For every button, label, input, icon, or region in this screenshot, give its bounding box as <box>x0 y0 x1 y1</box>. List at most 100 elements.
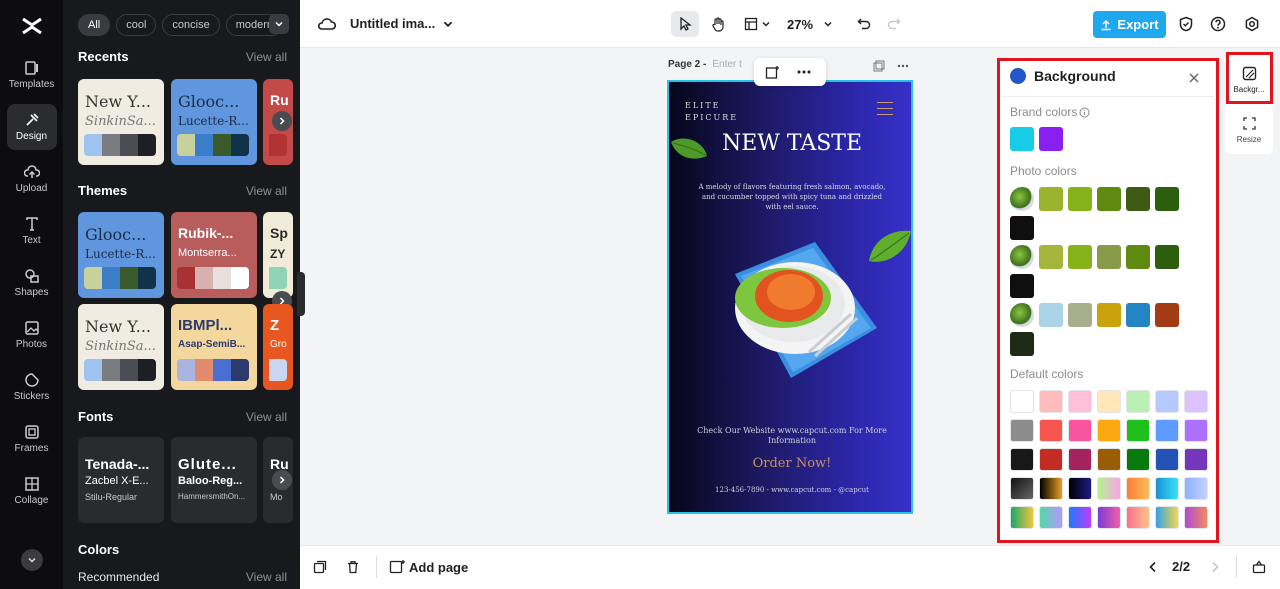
gradient-color-swatch[interactable] <box>1184 506 1208 529</box>
recents-next-button[interactable] <box>272 111 292 131</box>
rail-upload[interactable]: Upload <box>7 156 57 202</box>
photo-color-swatch[interactable] <box>1097 245 1121 269</box>
info-icon[interactable] <box>1079 107 1090 118</box>
pages-button[interactable] <box>312 559 328 575</box>
default-color-swatch[interactable] <box>1068 390 1092 413</box>
next-page-button[interactable] <box>1207 558 1223 576</box>
default-color-swatch[interactable] <box>1155 448 1179 471</box>
photo-color-swatch[interactable] <box>1126 303 1150 327</box>
menu-icon[interactable] <box>877 102 893 115</box>
more-options-button[interactable] <box>796 64 812 80</box>
rail-stickers[interactable]: Stickers <box>7 364 57 410</box>
photo-color-swatch[interactable] <box>1097 187 1121 211</box>
photo-color-swatch[interactable] <box>1039 245 1063 269</box>
gradient-color-swatch[interactable] <box>1039 506 1063 529</box>
gradient-color-swatch[interactable] <box>1126 477 1150 500</box>
themes-view-all[interactable]: View all <box>246 184 287 198</box>
duplicate-page-button[interactable] <box>872 59 886 73</box>
photo-color-swatch[interactable] <box>1155 245 1179 269</box>
default-color-swatch[interactable] <box>1010 448 1034 471</box>
rail-design[interactable]: Design <box>6 104 57 150</box>
gradient-color-swatch[interactable] <box>1184 477 1208 500</box>
select-tool-button[interactable] <box>671 11 699 37</box>
recent-card[interactable]: New Y... SinkinSa... <box>78 79 164 165</box>
default-color-swatch[interactable] <box>1184 390 1208 413</box>
rail-collage[interactable]: Collage <box>7 468 57 514</box>
photo-color-swatch[interactable] <box>1039 303 1063 327</box>
default-color-swatch[interactable] <box>1010 419 1034 442</box>
photo-color-swatch[interactable] <box>1039 187 1063 211</box>
photo-color-swatch[interactable] <box>1068 245 1092 269</box>
photo-color-swatch[interactable] <box>1155 187 1179 211</box>
photo-thumbnail[interactable] <box>1010 187 1034 211</box>
rail-frames[interactable]: Frames <box>7 416 57 462</box>
gradient-color-swatch[interactable] <box>1010 506 1034 529</box>
add-element-button[interactable] <box>764 64 780 80</box>
close-panel-button[interactable] <box>1186 70 1202 86</box>
add-page-button[interactable]: Add page <box>389 557 468 577</box>
photo-color-swatch[interactable] <box>1010 216 1034 240</box>
theme-card[interactable]: Rubik-... Montserra... <box>171 212 257 298</box>
gradient-color-swatch[interactable] <box>1097 477 1121 500</box>
photo-color-swatch[interactable] <box>1068 303 1092 327</box>
font-card[interactable]: Tenada-... Zacbel X-E... Stilu-Regular <box>78 437 164 523</box>
gradient-color-swatch[interactable] <box>1068 477 1092 500</box>
font-card[interactable]: Glute... Baloo-Reg... HammersmithOn... <box>171 437 257 523</box>
page-title-input[interactable]: Enter t <box>712 59 741 70</box>
photo-color-swatch[interactable] <box>1097 303 1121 327</box>
default-color-swatch[interactable] <box>1155 419 1179 442</box>
export-button[interactable]: Export <box>1093 11 1166 38</box>
photo-color-swatch[interactable] <box>1068 187 1092 211</box>
footer-text[interactable]: 123-456-7890 - www.capcut.com - @capcut <box>669 486 911 494</box>
brand-name[interactable]: ELITE EPICURE <box>685 100 745 124</box>
page-more-button[interactable] <box>896 59 910 73</box>
default-color-swatch[interactable] <box>1155 390 1179 413</box>
layout-button[interactable] <box>740 11 774 37</box>
default-color-swatch[interactable] <box>1039 390 1063 413</box>
brand-color-swatch[interactable] <box>1010 127 1034 151</box>
brand-color-swatch[interactable] <box>1039 127 1063 151</box>
gradient-color-swatch[interactable] <box>1155 506 1179 529</box>
rail-text[interactable]: Text <box>7 208 57 254</box>
gradient-color-swatch[interactable] <box>1126 506 1150 529</box>
rail-templates[interactable]: Templates <box>7 52 57 98</box>
default-color-swatch[interactable] <box>1184 448 1208 471</box>
theme-card[interactable]: Glooc... Lucette-R... <box>78 212 164 298</box>
document-title[interactable]: Untitled ima... <box>350 16 454 31</box>
theme-card[interactable]: Z Gro <box>263 304 293 390</box>
default-color-swatch[interactable] <box>1039 448 1063 471</box>
chip-cool[interactable]: cool <box>116 14 157 36</box>
photo-color-swatch[interactable] <box>1126 245 1150 269</box>
recent-card[interactable]: Glooc... Lucette-R... <box>171 79 257 165</box>
chip-concise[interactable]: concise <box>162 14 220 36</box>
design-canvas-page[interactable]: ELITE EPICURE NEW TASTE A melody of flav… <box>667 80 913 514</box>
chips-expand-button[interactable] <box>269 14 289 34</box>
redo-button[interactable] <box>884 13 904 33</box>
fonts-next-button[interactable] <box>272 470 292 490</box>
rail-shapes[interactable]: Shapes <box>7 260 57 306</box>
photo-thumbnail[interactable] <box>1010 245 1034 269</box>
gradient-color-swatch[interactable] <box>1097 506 1121 529</box>
hand-tool-button[interactable] <box>705 11 731 37</box>
default-color-swatch[interactable] <box>1068 448 1092 471</box>
gradient-color-swatch[interactable] <box>1155 477 1179 500</box>
photo-color-swatch[interactable] <box>1126 187 1150 211</box>
photo-color-swatch[interactable] <box>1010 274 1034 298</box>
collapse-panel-handle[interactable] <box>297 272 305 316</box>
delete-page-button[interactable] <box>345 559 361 575</box>
theme-card[interactable]: New Y... SinkinSa... <box>78 304 164 390</box>
website-text[interactable]: Check Our Website www.capcut.com For Mor… <box>689 426 895 446</box>
default-color-swatch[interactable] <box>1097 390 1121 413</box>
description[interactable]: A melody of flavors featuring fresh salm… <box>695 182 889 212</box>
default-color-swatch[interactable] <box>1126 448 1150 471</box>
recommended-view-all[interactable]: View all <box>246 570 287 584</box>
photo-color-swatch[interactable] <box>1155 303 1179 327</box>
resize-tool-button[interactable]: Resize <box>1225 110 1273 150</box>
default-color-swatch[interactable] <box>1126 390 1150 413</box>
shield-button[interactable] <box>1176 14 1196 34</box>
default-color-swatch[interactable] <box>1097 419 1121 442</box>
zoom-select[interactable]: 27% <box>781 11 839 37</box>
cta-text[interactable]: Order Now! <box>669 456 911 471</box>
theme-card[interactable]: IBMPl... Asap-SemiB... <box>171 304 257 390</box>
previous-page-button[interactable] <box>1145 558 1161 576</box>
